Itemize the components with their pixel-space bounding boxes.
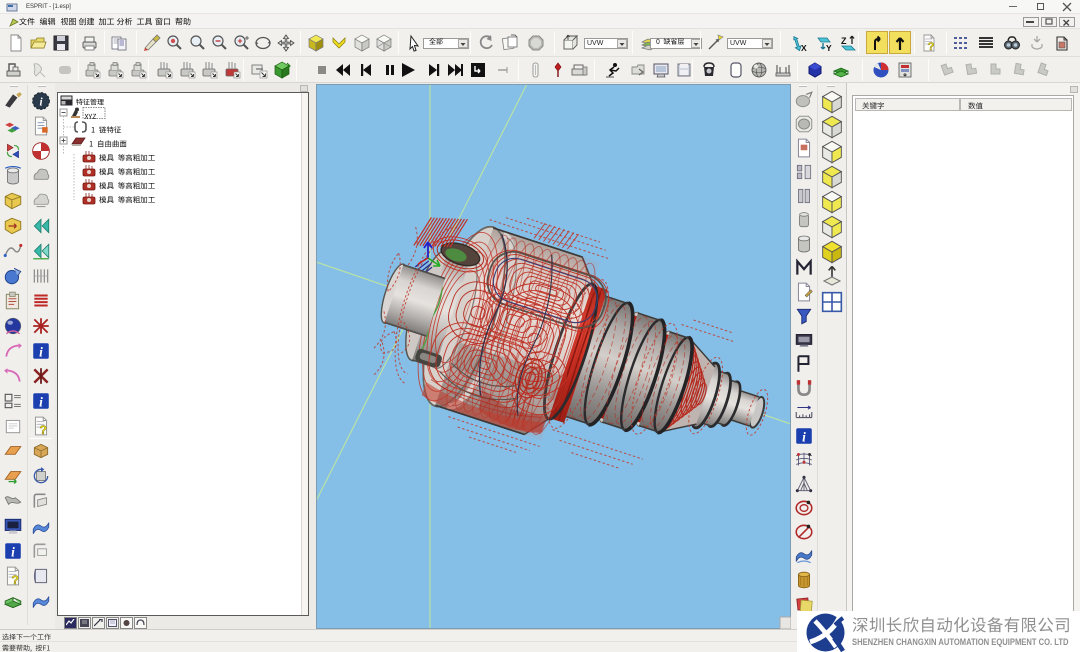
svg-text:i: i: [11, 545, 15, 560]
svg-text:?: ?: [11, 573, 18, 586]
svg-text:Y: Y: [826, 43, 832, 52]
svg-text:X: X: [801, 43, 807, 52]
svg-text:i: i: [802, 430, 806, 445]
svg-text:i: i: [39, 395, 43, 410]
svg-text:i: i: [39, 345, 43, 360]
svg-text:?: ?: [39, 423, 46, 436]
svg-text:?: ?: [928, 41, 935, 52]
svg-text:Z: Z: [841, 36, 847, 46]
